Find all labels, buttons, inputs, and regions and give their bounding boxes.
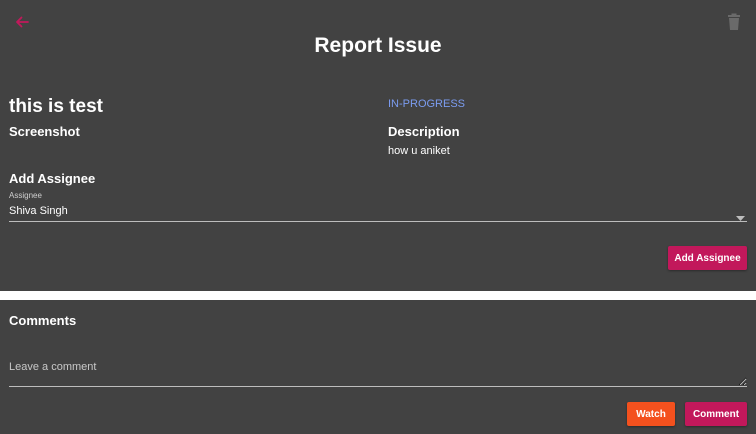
page-title: Report Issue	[314, 34, 442, 57]
assignee-selected-value: Shiva Singh	[9, 205, 68, 217]
comments-title: Comments	[9, 313, 77, 328]
description-text: how u aniket	[388, 145, 450, 157]
description-label: Description	[388, 124, 460, 139]
trash-icon[interactable]	[726, 13, 742, 31]
comment-input[interactable]	[9, 355, 747, 387]
status-badge: IN-PROGRESS	[388, 98, 466, 110]
issue-title: this is test	[9, 96, 103, 117]
assignee-select[interactable]: Shiva Singh	[9, 203, 747, 222]
add-assignee-heading: Add Assignee	[9, 171, 96, 186]
assignee-field-label: Assignee	[9, 191, 42, 200]
screenshot-label: Screenshot	[9, 124, 80, 139]
chevron-down-icon	[736, 208, 745, 221]
watch-button[interactable]: Watch	[627, 402, 675, 426]
comment-button[interactable]: Comment	[685, 402, 747, 426]
arrow-left-icon[interactable]	[12, 12, 32, 32]
comments-panel: Comments Watch Comment	[0, 300, 756, 434]
issue-details-panel: Report Issue this is test IN-PROGRESS Sc…	[0, 0, 756, 291]
add-assignee-button[interactable]: Add Assignee	[668, 246, 747, 270]
